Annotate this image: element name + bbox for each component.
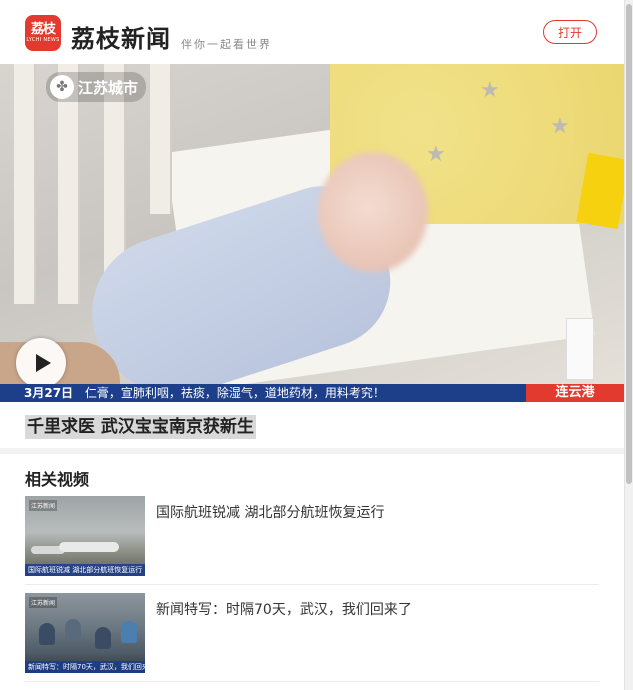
page: 荔枝 LYCHI NEWS 荔枝新闻 伴你一起看世界 打开 ★ ★ ★ ★ ✤ … <box>0 0 624 682</box>
related-video-title[interactable]: 新闻特写：时隔70天，武汉，我们回来了 <box>156 600 412 620</box>
star-pattern: ★ <box>426 142 446 167</box>
list-divider <box>25 584 599 585</box>
ticker-text: 仁膏，宣肺利咽，祛痰，除湿气，道地药材，用料考究！ <box>84 386 385 400</box>
crib-bar <box>150 64 172 214</box>
page-scrollbar[interactable] <box>624 0 633 690</box>
thumbnail-watermark: 江苏新闻 <box>29 500 58 511</box>
thumbnail-person <box>121 621 137 643</box>
thumbnail-person <box>65 619 81 641</box>
section-divider <box>0 448 624 454</box>
thumbnail-person <box>95 627 111 649</box>
related-video-item[interactable]: 江苏新闻 新闻特写：时隔70天，武汉，我们回来了 新闻特写：时隔70天，武汉，我… <box>25 593 599 683</box>
thumbnail-caption: 新闻特写：时隔70天，武汉，我们回来了 <box>25 661 145 673</box>
brand-slogan: 伴你一起看世界 <box>181 38 272 51</box>
crib-bar <box>14 64 36 304</box>
star-pattern: ★ <box>550 114 570 139</box>
list-divider <box>25 681 599 682</box>
lychee-logo-icon[interactable]: 荔枝 LYCHI NEWS <box>25 15 61 51</box>
related-video-thumbnail[interactable]: 江苏新闻 新闻特写：时隔70天，武汉，我们回来了 <box>25 593 145 673</box>
logo-subtext: LYCHI NEWS <box>26 37 60 43</box>
play-button[interactable] <box>16 338 66 388</box>
related-video-thumbnail[interactable]: 江苏新闻 国际航班锐减 湖北部分航班恢复运行 <box>25 496 145 576</box>
video-player[interactable]: ★ ★ ★ ★ ✤ 江苏城市 3月27日 仁膏，宣肺利咽，祛痰，除湿气，道地药材… <box>0 64 624 402</box>
thumbnail-person <box>39 623 55 645</box>
thumbnail-watermark: 江苏新闻 <box>29 597 58 608</box>
ticker-location: 连云港 <box>526 384 624 402</box>
related-video-item[interactable]: 江苏新闻 国际航班锐减 湖北部分航班恢复运行 国际航班锐减 湖北部分航班恢复运行 <box>25 496 599 586</box>
video-frame-baby-head <box>318 152 428 272</box>
star-pattern: ★ <box>480 78 500 103</box>
channel-name: 江苏城市 <box>78 78 139 97</box>
article-title: 千里求医 武汉宝宝南京获新生 <box>25 415 256 439</box>
related-videos-heading: 相关视频 <box>25 470 90 489</box>
thumbnail-plane <box>59 542 119 552</box>
ticker-date: 3月27日 <box>24 386 74 400</box>
video-frame-milk-carton <box>566 318 594 380</box>
logo-text: 荔枝 <box>30 22 56 37</box>
play-icon <box>35 354 51 372</box>
thumbnail-caption: 国际航班锐减 湖北部分航班恢复运行 <box>25 564 145 576</box>
channel-watermark: ✤ 江苏城市 <box>46 72 147 102</box>
channel-logo-icon: ✤ <box>50 75 74 99</box>
open-app-button[interactable]: 打开 <box>543 20 597 44</box>
brand-name: 荔枝新闻 <box>71 24 171 53</box>
related-video-title[interactable]: 国际航班锐减 湖北部分航班恢复运行 <box>156 503 384 523</box>
article-title-bar: 千里求医 武汉宝宝南京获新生 <box>0 402 624 448</box>
news-ticker: 3月27日 仁膏，宣肺利咽，祛痰，除湿气，道地药材，用料考究！ 连云港 <box>0 384 624 402</box>
scrollbar-thumb[interactable] <box>626 4 632 484</box>
app-header: 荔枝 LYCHI NEWS 荔枝新闻 伴你一起看世界 打开 <box>0 0 624 65</box>
